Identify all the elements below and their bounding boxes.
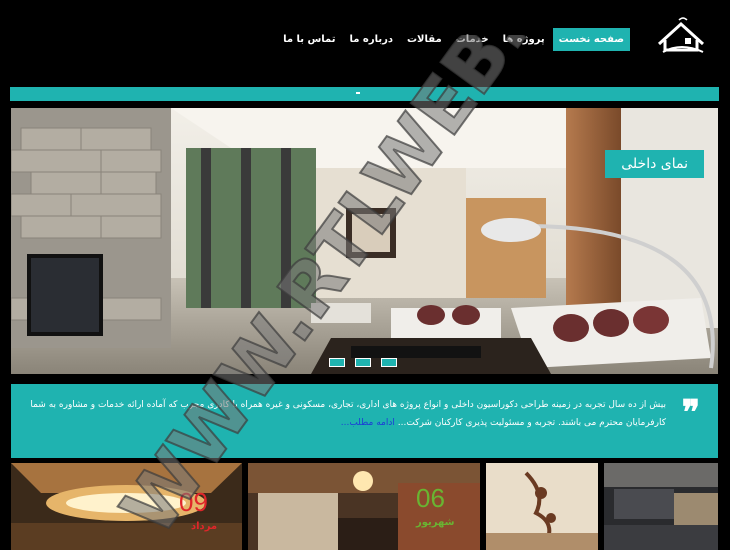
- slider-dot-1[interactable]: [329, 358, 345, 367]
- project-card-4[interactable]: [604, 463, 718, 550]
- quote-icon: ❞: [681, 393, 700, 433]
- header: صفحه نخست پروژه ها خدمات مقالات درباره م…: [0, 0, 730, 82]
- slider-dot-3[interactable]: [381, 358, 397, 367]
- about-section: ❞ بیش از ده سال تجربه در زمینه طراحی دکو…: [11, 384, 718, 458]
- project-image-3: [486, 463, 598, 550]
- card-2-day: 06: [416, 483, 445, 513]
- card-1-month: مرداد: [191, 521, 218, 532]
- card-2-month: شهریور: [416, 517, 455, 528]
- nav-home[interactable]: صفحه نخست: [552, 28, 630, 51]
- slide-image: [11, 108, 718, 374]
- card-1-day: 09: [179, 487, 208, 517]
- project-card-3[interactable]: [486, 463, 598, 550]
- teal-divider: [10, 87, 719, 101]
- project-card-2[interactable]: 06 شهریور: [248, 463, 480, 550]
- nav-projects[interactable]: پروژه ها: [497, 28, 551, 51]
- nav-articles[interactable]: مقالات: [401, 28, 448, 51]
- about-text: بیش از ده سال تجربه در زمینه طراحی دکورا…: [16, 396, 666, 432]
- nav-services[interactable]: خدمات: [450, 28, 495, 51]
- read-more-link[interactable]: ادامه مطلب...: [341, 418, 395, 428]
- project-cards: 09 مرداد 06 شهریور: [11, 463, 718, 550]
- nav-contact[interactable]: تماس با ما: [277, 28, 341, 51]
- logo-house-icon[interactable]: [655, 16, 707, 56]
- nav-about[interactable]: درباره ما: [344, 28, 400, 51]
- project-image-4: [604, 463, 718, 550]
- slide-title: نمای داخلی: [605, 150, 704, 178]
- slider-dot-2[interactable]: [355, 358, 371, 367]
- hero-slider[interactable]: نمای داخلی: [11, 108, 718, 374]
- project-image-2: [248, 463, 480, 550]
- main-nav: صفحه نخست پروژه ها خدمات مقالات درباره م…: [277, 28, 630, 51]
- slider-dots: [329, 358, 397, 367]
- project-card-1[interactable]: 09 مرداد: [11, 463, 242, 550]
